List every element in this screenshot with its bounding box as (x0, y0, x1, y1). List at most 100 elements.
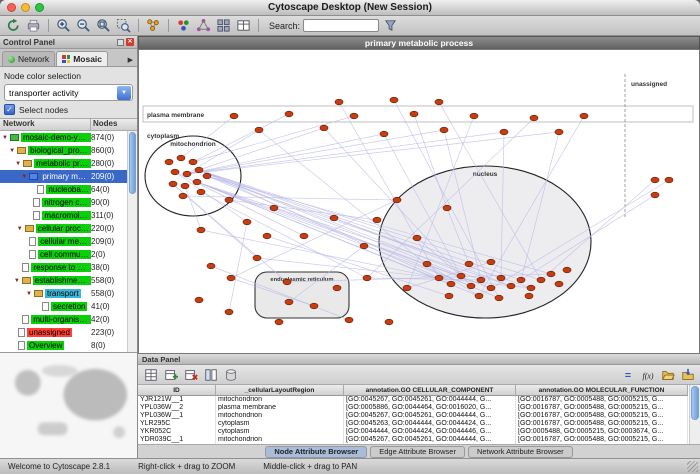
search-input[interactable] (303, 19, 379, 32)
table-scrollbar-thumb[interactable] (691, 386, 699, 420)
network-node[interactable] (563, 267, 571, 273)
grid-icon[interactable] (215, 17, 232, 34)
float-panel-icon[interactable] (117, 39, 124, 46)
network-node[interactable] (203, 173, 211, 179)
table-scrollbar[interactable] (689, 385, 700, 444)
tree-item-secretion[interactable]: secretion41(0) (0, 300, 127, 313)
zoom-in-icon[interactable] (55, 17, 72, 34)
table-row[interactable]: YPL036W__1mitochondrion[GO:0045267, GO:0… (138, 412, 689, 420)
network-node[interactable] (500, 129, 508, 135)
delete-attribute-icon[interactable] (182, 366, 199, 383)
tree-item-primary-metab[interactable]: ▼primary metab...209(0) (0, 170, 127, 183)
network-node[interactable] (270, 205, 278, 211)
network-node[interactable] (445, 293, 453, 299)
resize-grip[interactable] (687, 461, 698, 472)
network-edge[interactable] (187, 132, 504, 174)
network-node[interactable] (227, 275, 235, 281)
network-node[interactable] (350, 113, 358, 119)
birds-eye-view[interactable] (0, 352, 137, 458)
network-node[interactable] (447, 281, 455, 287)
network-node[interactable] (477, 277, 485, 283)
network-node[interactable] (435, 99, 443, 105)
network-node[interactable] (547, 271, 555, 277)
network-node[interactable] (363, 275, 371, 281)
function-icon[interactable]: f(x) (639, 366, 656, 383)
tree-item-mosaic-demo-yeast[interactable]: ▼mosaic-demo-yeast874(0) (0, 131, 127, 144)
tree-item-multi-organism-pro[interactable]: multi-organism pro...42(0) (0, 313, 127, 326)
network-node[interactable] (517, 277, 525, 283)
new-attribute-icon[interactable] (162, 366, 179, 383)
network-node[interactable] (360, 243, 368, 249)
refresh-icon[interactable] (5, 17, 22, 34)
table-row[interactable]: YJR121W__1mitochondrion[GO:0045267, GO:0… (138, 396, 689, 404)
network-node[interactable] (197, 227, 205, 233)
network-node[interactable] (525, 293, 533, 299)
network-node[interactable] (373, 217, 381, 223)
network-node[interactable] (165, 159, 173, 165)
network-node[interactable] (225, 309, 233, 315)
tree-scrollbar-thumb[interactable] (129, 132, 136, 194)
network-node[interactable] (385, 319, 393, 325)
network-node[interactable] (177, 155, 185, 161)
select-attributes-icon[interactable] (142, 366, 159, 383)
network-node[interactable] (225, 197, 233, 203)
tree-item-biological-process[interactable]: ▼biological_process860(0) (0, 144, 127, 157)
network-node[interactable] (530, 115, 538, 121)
table-row[interactable]: YDR039C__1mitochondrion[GO:0045267, GO:0… (138, 436, 689, 444)
network-canvas[interactable]: plasma membranecytoplasmmitochondrionnuc… (138, 49, 700, 354)
network-node[interactable] (179, 193, 187, 199)
zoom-out-icon[interactable] (75, 17, 92, 34)
network-node[interactable] (285, 111, 293, 117)
network-node[interactable] (195, 167, 203, 173)
network-node[interactable] (665, 177, 673, 183)
network-node[interactable] (487, 259, 495, 265)
network-node[interactable] (457, 273, 465, 279)
network-node[interactable] (345, 317, 353, 323)
tree-item-cell-communica[interactable]: cell communica...2(0) (0, 248, 127, 261)
expand-arrow-icon[interactable]: ▼ (26, 291, 34, 297)
network-node[interactable] (651, 177, 659, 183)
tab-network[interactable]: Network (2, 51, 55, 66)
expand-arrow-icon[interactable]: ▼ (17, 226, 25, 232)
network-node[interactable] (537, 277, 545, 283)
tree-item-response-to-stimul[interactable]: response to stimul...38(0) (0, 261, 127, 274)
network-node[interactable] (495, 295, 503, 301)
network-node[interactable] (413, 235, 421, 241)
network-node[interactable] (423, 261, 431, 267)
zoom-button[interactable] (35, 3, 44, 12)
nodes-column-header[interactable]: Nodes (91, 119, 137, 130)
network-node[interactable] (465, 261, 473, 267)
network-view-title-bar[interactable]: primary metabolic process (138, 36, 700, 49)
network-node[interactable] (335, 99, 343, 105)
network-canvas-svg[interactable]: plasma membranecytoplasmmitochondrionnuc… (139, 50, 699, 353)
network-edge[interactable] (187, 134, 384, 174)
expand-arrow-icon[interactable]: ▼ (21, 174, 29, 180)
network-node[interactable] (197, 189, 205, 195)
network-node[interactable] (475, 293, 483, 299)
network-node[interactable] (380, 131, 388, 137)
network-node[interactable] (440, 127, 448, 133)
network-node[interactable] (403, 285, 411, 291)
tree-item-cellular-process[interactable]: ▼cellular process220(0) (0, 222, 127, 235)
network-node[interactable] (330, 215, 338, 221)
search-options-icon[interactable] (382, 17, 399, 34)
network-node[interactable] (507, 283, 515, 289)
tree-item-overview[interactable]: Overview8(0) (0, 339, 127, 352)
tree-item-nucleobase[interactable]: nucleobase...64(0) (0, 183, 127, 196)
title-bar[interactable]: Cytoscape Desktop (New Session) (0, 0, 700, 16)
expand-arrow-icon[interactable]: ▼ (9, 148, 17, 154)
network-node[interactable] (181, 183, 189, 189)
zoom-fit-icon[interactable] (95, 17, 112, 34)
network-node[interactable] (189, 159, 197, 165)
network-node[interactable] (283, 279, 291, 285)
network-node[interactable] (467, 283, 475, 289)
tree-scrollbar[interactable] (127, 131, 137, 352)
table-row[interactable]: YKR052Ccytoplasm[GO:0044444, GO:0044424,… (138, 428, 689, 436)
network-edge[interactable] (187, 128, 324, 174)
network-node[interactable] (410, 111, 418, 117)
column-header[interactable]: ID (138, 385, 216, 396)
network-node[interactable] (263, 233, 271, 239)
tree-column-header[interactable]: Network Nodes (0, 118, 137, 131)
tab-node-attribute-browser[interactable]: Node Attribute Browser (265, 446, 367, 458)
new-network-view-icon[interactable] (145, 17, 162, 34)
